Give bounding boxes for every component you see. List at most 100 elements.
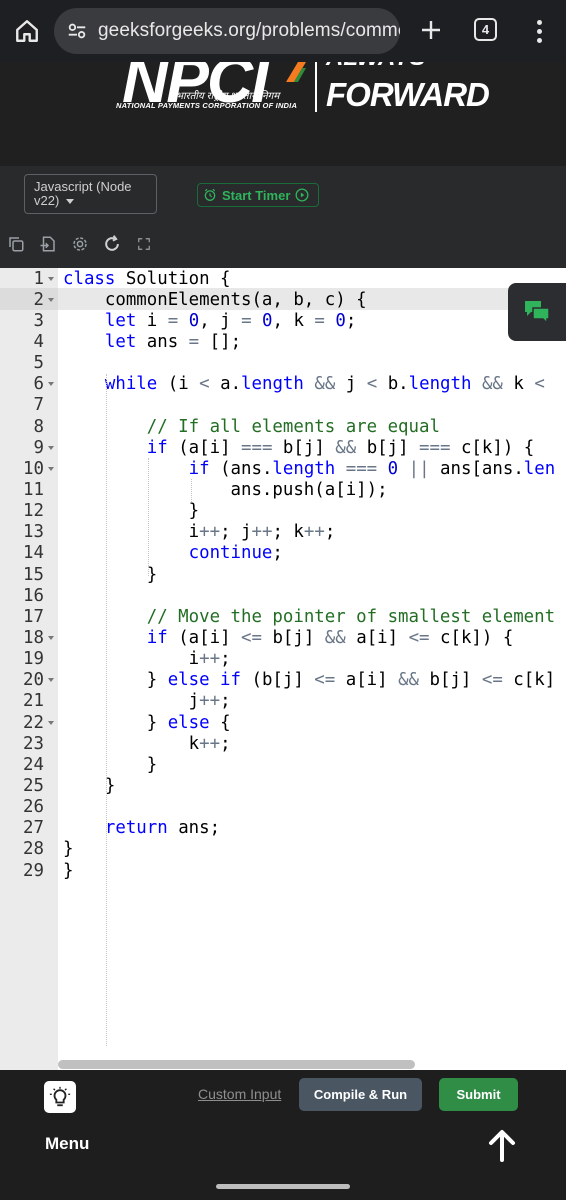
npci-banner[interactable]: NPCI भारतीय राष्ट्रीय भुगतान निगम NATION… bbox=[0, 62, 566, 166]
code-line[interactable]: 18 if (a[i] <= b[j] && a[i] <= c[k]) { bbox=[0, 627, 566, 648]
tab-switcher-button[interactable]: 4 bbox=[474, 18, 497, 41]
url-text: geeksforgeeks.org/problems/commor bbox=[98, 20, 400, 41]
scroll-up-arrow-icon[interactable] bbox=[486, 1128, 518, 1162]
app-root: geeksforgeeks.org/problems/commor 4 NPCI… bbox=[0, 0, 566, 1200]
import-file-icon[interactable] bbox=[32, 232, 64, 256]
code-line[interactable]: 13 i++; j++; k++; bbox=[0, 522, 566, 543]
code-line[interactable]: 20 } else if (b[j] <= a[i] && b[j] <= c[… bbox=[0, 670, 566, 691]
code-line[interactable]: 12 } bbox=[0, 501, 566, 522]
code-line[interactable]: 6 while (i < a.length && j < b.length &&… bbox=[0, 374, 566, 395]
code-line[interactable]: 14 continue; bbox=[0, 543, 566, 564]
code-line[interactable]: 5 bbox=[0, 353, 566, 374]
code-text: } bbox=[63, 564, 158, 585]
line-number: 29 bbox=[23, 860, 44, 881]
code-lines: 1 class Solution { 2 commonElements(a, b,… bbox=[0, 268, 566, 881]
line-number: 23 bbox=[23, 733, 44, 754]
new-tab-icon[interactable] bbox=[414, 13, 448, 47]
code-text: class Solution { bbox=[63, 268, 231, 289]
home-icon[interactable] bbox=[10, 15, 44, 47]
line-number: 14 bbox=[23, 543, 44, 564]
play-circle-icon bbox=[295, 188, 309, 202]
line-number: 13 bbox=[23, 522, 44, 543]
fold-arrow-icon[interactable] bbox=[44, 268, 58, 289]
code-line[interactable]: 11 ans.push(a[i]); bbox=[0, 479, 566, 500]
code-line[interactable]: 27 return ans; bbox=[0, 818, 566, 839]
code-line[interactable]: 17 // Move the pointer of smallest eleme… bbox=[0, 606, 566, 627]
code-text: j++; bbox=[63, 691, 231, 712]
gesture-home-indicator[interactable] bbox=[216, 1184, 350, 1189]
horizontal-scrollbar[interactable] bbox=[58, 1060, 415, 1069]
reset-icon[interactable] bbox=[96, 232, 128, 256]
code-line[interactable]: 22 } else { bbox=[0, 712, 566, 733]
browser-toolbar: geeksforgeeks.org/problems/commor 4 bbox=[0, 0, 566, 62]
code-line[interactable]: 23 k++; bbox=[0, 733, 566, 754]
code-text: continue; bbox=[188, 543, 283, 564]
editor-tool-icons bbox=[0, 232, 160, 256]
chat-button[interactable] bbox=[508, 283, 566, 341]
code-line[interactable]: 28} bbox=[0, 839, 566, 860]
compile-run-button[interactable]: Compile & Run bbox=[299, 1078, 422, 1111]
line-number: 27 bbox=[23, 818, 44, 839]
code-editor[interactable]: 1 class Solution { 2 commonElements(a, b,… bbox=[0, 268, 566, 1070]
line-number: 19 bbox=[23, 649, 44, 670]
language-select[interactable]: Javascript (Node v22) bbox=[24, 174, 157, 214]
code-line[interactable]: 29} bbox=[0, 860, 566, 881]
hint-button[interactable] bbox=[44, 1081, 76, 1113]
line-number: 11 bbox=[23, 479, 44, 500]
line-number: 9 bbox=[33, 437, 44, 458]
line-number: 20 bbox=[23, 670, 44, 691]
code-text: } bbox=[63, 501, 200, 522]
code-text: i++; j++; k++; bbox=[63, 522, 336, 543]
code-line[interactable]: 26 bbox=[0, 797, 566, 818]
fold-arrow-icon[interactable] bbox=[44, 289, 58, 310]
line-number: 2 bbox=[33, 289, 44, 310]
code-text: } bbox=[63, 754, 158, 775]
code-line[interactable]: 8 // If all elements are equal bbox=[0, 416, 566, 437]
code-line[interactable]: 19 i++; bbox=[0, 649, 566, 670]
code-text: // Move the pointer of smallest element bbox=[146, 606, 556, 627]
fullscreen-icon[interactable] bbox=[128, 232, 160, 256]
code-line[interactable]: 2 commonElements(a, b, c) { bbox=[0, 289, 566, 310]
code-line[interactable]: 24 } bbox=[0, 754, 566, 775]
fold-arrow-icon[interactable] bbox=[44, 712, 58, 733]
fold-arrow-icon[interactable] bbox=[44, 437, 58, 458]
start-timer-button[interactable]: Start Timer bbox=[197, 183, 319, 207]
code-line[interactable]: 25 } bbox=[0, 775, 566, 796]
code-line[interactable]: 9 if (a[i] === b[j] && b[j] === c[k]) { bbox=[0, 437, 566, 458]
code-line[interactable]: 3 let i = 0, j = 0, k = 0; bbox=[0, 310, 566, 331]
code-line[interactable]: 21 j++; bbox=[0, 691, 566, 712]
code-line[interactable]: 10 if (ans.length === 0 || ans[ans.len bbox=[0, 458, 566, 479]
custom-input-link[interactable]: Custom Input bbox=[198, 1086, 281, 1102]
menu-button[interactable]: Menu bbox=[45, 1134, 89, 1154]
indent-guide bbox=[148, 458, 149, 576]
npci-hindi-name: भारतीय राष्ट्रीय भुगतान निगम bbox=[176, 91, 280, 102]
start-timer-label: Start Timer bbox=[222, 187, 291, 203]
fold-arrow-icon[interactable] bbox=[44, 458, 58, 479]
code-text: } else if (b[j] <= a[i] && b[j] <= c[k] bbox=[63, 670, 556, 691]
code-text: let i = 0, j = 0, k = 0; bbox=[104, 310, 357, 331]
code-text: // If all elements are equal bbox=[146, 416, 440, 437]
code-text: if (a[i] === b[j] && b[j] === c[k]) { bbox=[146, 437, 535, 458]
code-line[interactable]: 4 let ans = []; bbox=[0, 331, 566, 352]
fold-arrow-icon[interactable] bbox=[44, 670, 58, 691]
line-number: 18 bbox=[23, 627, 44, 648]
code-text: return ans; bbox=[104, 818, 221, 839]
fold-arrow-icon[interactable] bbox=[44, 374, 58, 395]
code-text: } else { bbox=[63, 712, 231, 733]
code-line[interactable]: 1 class Solution { bbox=[0, 268, 566, 289]
code-line[interactable]: 16 bbox=[0, 585, 566, 606]
code-text: while (i < a.length && j < b.length && k… bbox=[104, 374, 545, 395]
settings-gear-icon[interactable] bbox=[64, 232, 96, 256]
submit-button[interactable]: Submit bbox=[439, 1078, 518, 1111]
address-bar[interactable]: geeksforgeeks.org/problems/commor bbox=[54, 8, 400, 54]
indent-guide bbox=[191, 479, 192, 502]
code-text: if (ans.length === 0 || ans[ans.len bbox=[188, 458, 556, 479]
fold-arrow-icon[interactable] bbox=[44, 627, 58, 648]
copy-icon[interactable] bbox=[0, 232, 32, 256]
code-line[interactable]: 15 } bbox=[0, 564, 566, 585]
npci-arrow-mark bbox=[286, 62, 306, 82]
code-line[interactable]: 7 bbox=[0, 395, 566, 416]
more-options-icon[interactable] bbox=[524, 15, 554, 47]
site-settings-icon[interactable] bbox=[66, 20, 88, 42]
